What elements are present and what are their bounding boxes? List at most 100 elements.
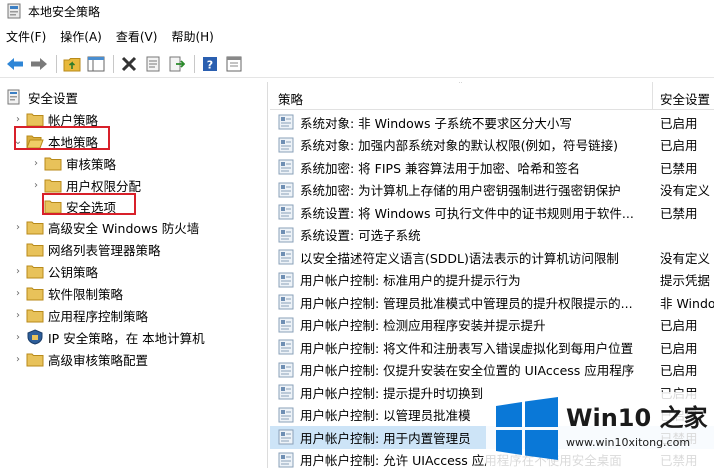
folder-open-icon	[26, 135, 44, 149]
chevron-right-icon[interactable]: ›	[12, 222, 24, 233]
properties-button[interactable]	[142, 53, 164, 75]
chevron-right-icon[interactable]: ›	[12, 288, 24, 299]
toolbar: ?	[0, 50, 714, 78]
table-row[interactable]: 系统加密: 为计算机上存储的用户密钥强制进行强密钥保护 没有定义	[270, 179, 714, 202]
menu-view[interactable]: 查看(V)	[116, 28, 158, 45]
tree-item-label: 高级安全 Windows 防火墙	[48, 220, 200, 236]
forward-button[interactable]	[28, 53, 50, 75]
security-settings-icon	[7, 89, 20, 105]
policy-setting-value: 非 Windows	[660, 295, 714, 311]
up-folder-button[interactable]	[61, 53, 83, 75]
policy-setting-value: 已启用	[660, 363, 698, 379]
policy-setting-value: 已启用	[660, 138, 698, 154]
policy-name: 系统设置: 将 Windows 可执行文件中的证书规则用于软件...	[300, 205, 634, 221]
table-row[interactable]: 用户帐户控制: 标准用户的提升提示行为 提示凭据	[270, 269, 714, 292]
policy-setting-icon	[278, 159, 294, 175]
policy-name: 系统加密: 将 FIPS 兼容算法用于加密、哈希和签名	[300, 160, 580, 176]
help-button[interactable]: ?	[199, 53, 221, 75]
chevron-right-icon[interactable]: ›	[12, 114, 24, 125]
arrow-right-icon	[31, 57, 47, 70]
table-row[interactable]: 系统对象: 非 Windows 子系统不要求区分大小写 已启用	[270, 111, 714, 134]
tree-item-network-list[interactable]: 网络列表管理器策略	[26, 238, 161, 260]
chevron-right-icon[interactable]: ›	[12, 266, 24, 277]
tree-item-software-restriction[interactable]: › 软件限制策略	[12, 282, 123, 304]
chevron-right-icon[interactable]: ›	[12, 354, 24, 365]
tree-item-advanced-audit[interactable]: › 高级审核策略配置	[12, 348, 148, 370]
tree-item-security-settings[interactable]: 安全设置	[6, 86, 78, 108]
tree-item-label: IP 安全策略，在 本地计算机	[48, 330, 205, 346]
policy-setting-value: 已禁用	[660, 205, 698, 221]
table-row[interactable]: 系统设置: 可选子系统	[270, 224, 714, 247]
show-hide-tree-button[interactable]	[85, 53, 107, 75]
menu-file[interactable]: 文件(F)	[6, 28, 46, 45]
watermark: Win10 之家 www.win10xitong.com	[486, 392, 714, 468]
policy-setting-icon	[278, 317, 294, 333]
folder-icon	[26, 265, 44, 279]
help-icon: ?	[203, 56, 217, 71]
table-row[interactable]: 系统对象: 加强内部系统对象的默认权限(例如，符号链接) 已启用	[270, 134, 714, 157]
tree-item-ip-security[interactable]: › IP 安全策略，在 本地计算机	[12, 326, 205, 348]
tree-item-label: 高级审核策略配置	[48, 352, 149, 368]
menu-help[interactable]: 帮助(H)	[171, 28, 213, 45]
menu-action[interactable]: 操作(A)	[60, 28, 102, 45]
chevron-right-icon[interactable]: ›	[30, 158, 42, 169]
delete-x-icon	[121, 56, 137, 71]
tree-item-label: 帐户策略	[48, 112, 99, 128]
table-row[interactable]: 系统加密: 将 FIPS 兼容算法用于加密、哈希和签名 已禁用	[270, 156, 714, 179]
svg-text:?: ?	[207, 58, 213, 71]
policy-name: 用户帐户控制: 标准用户的提升提示行为	[300, 273, 521, 289]
delete-button[interactable]	[118, 53, 140, 75]
tree-item-label: 用户权限分配	[66, 178, 142, 194]
folder-icon	[26, 113, 44, 127]
chevron-right-icon[interactable]: ›	[30, 180, 42, 191]
toolbar-separator	[56, 54, 57, 73]
column-header-policy[interactable]: 策略	[278, 89, 303, 108]
table-row[interactable]: 用户帐户控制: 管理员批准模式中管理员的提升权限提示的... 非 Windows	[270, 291, 714, 314]
policy-setting-value: 已启用	[660, 340, 698, 356]
tree-item-firewall[interactable]: › 高级安全 Windows 防火墙	[12, 216, 199, 238]
export-list-button[interactable]	[166, 53, 188, 75]
table-row[interactable]: 系统设置: 将 Windows 可执行文件中的证书规则用于软件... 已禁用	[270, 201, 714, 224]
tree-item-label: 安全选项	[66, 199, 117, 215]
tree-item-security-options[interactable]: 安全选项	[44, 195, 116, 217]
tree-item-label: 审核策略	[66, 156, 117, 172]
tree-item-account-policies[interactable]: › 帐户策略	[12, 108, 98, 130]
column-header-setting[interactable]: 安全设置	[660, 89, 710, 108]
table-row[interactable]: 用户帐户控制: 检测应用程序安装并提示提升 已启用	[270, 314, 714, 337]
tree-item-public-key[interactable]: › 公钥策略	[12, 260, 98, 282]
tree-item-local-policies[interactable]: ⌄ 本地策略	[12, 130, 98, 152]
tree-item-label: 软件限制策略	[48, 286, 124, 302]
policy-setting-value: 没有定义	[660, 250, 711, 266]
folder-icon	[44, 157, 62, 171]
table-row[interactable]: 以安全描述符定义语言(SDDL)语法表示的计算机访问限制 没有定义	[270, 246, 714, 269]
policy-setting-value: 已禁用	[660, 160, 698, 176]
policy-setting-icon	[278, 182, 294, 198]
list-header: ˄ 策略 安全设置	[270, 82, 714, 110]
folder-icon	[26, 243, 44, 257]
chevron-right-icon[interactable]: ›	[12, 332, 24, 343]
folder-icon	[26, 287, 44, 301]
policy-setting-icon	[278, 429, 294, 445]
action-pane-button[interactable]	[223, 53, 245, 75]
table-row[interactable]: 用户帐户控制: 仅提升安装在安全位置的 UIAccess 应用程序 已启用	[270, 359, 714, 382]
tree-item-app-control[interactable]: › 应用程序控制策略	[12, 304, 148, 326]
tree-item-label: 本地策略	[48, 134, 99, 150]
policy-name: 系统对象: 加强内部系统对象的默认权限(例如，符号链接)	[300, 138, 618, 154]
policy-setting-value: 提示凭据	[660, 273, 711, 289]
back-button[interactable]	[4, 53, 26, 75]
tree-item-label: 安全设置	[28, 90, 79, 106]
chevron-right-icon[interactable]: ›	[12, 310, 24, 321]
policy-name: 用户帐户控制: 将文件和注册表写入错误虚拟化到每用户位置	[300, 340, 634, 356]
policy-setting-icon	[278, 204, 294, 220]
tree-item-user-rights[interactable]: › 用户权限分配	[30, 174, 141, 196]
policy-setting-icon	[278, 227, 294, 243]
tree-item-audit-policy[interactable]: › 审核策略	[30, 152, 116, 174]
folder-icon	[26, 309, 44, 323]
policy-setting-icon	[278, 294, 294, 310]
policy-name: 系统设置: 可选子系统	[300, 228, 421, 244]
title-bar: 本地安全策略	[0, 0, 714, 22]
window-title: 本地安全策略	[28, 4, 101, 19]
column-separator[interactable]	[652, 82, 653, 110]
table-row[interactable]: 用户帐户控制: 将文件和注册表写入错误虚拟化到每用户位置 已启用	[270, 336, 714, 359]
chevron-down-icon[interactable]: ⌄	[12, 136, 24, 147]
